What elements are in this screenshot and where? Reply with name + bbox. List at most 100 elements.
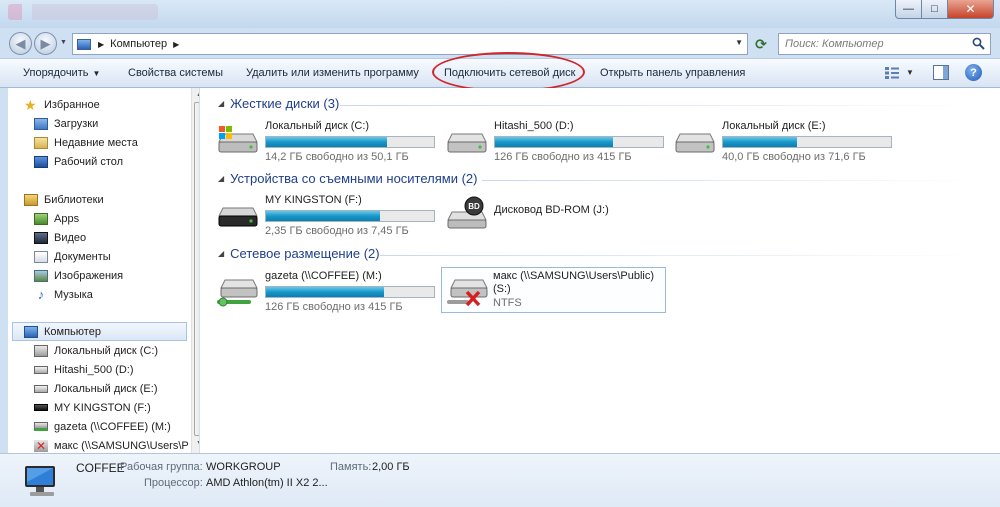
breadcrumb-computer[interactable]: Компьютер [110, 38, 167, 50]
group-title: Жесткие диски (3) [230, 96, 340, 111]
preview-pane-icon[interactable] [933, 65, 949, 80]
sidebar-item-label: gazeta (\\COFFEE) (M:) [54, 420, 171, 433]
sidebar-item-drive-e[interactable]: Локальный диск (E:) [34, 379, 158, 398]
address-dropdown-icon[interactable]: ▼ [735, 38, 743, 47]
search-icon[interactable] [972, 37, 985, 50]
drive-free-space: 40,0 ГБ свободно из 71,6 ГБ [722, 151, 866, 163]
disconnected-network-drive-icon: ✕ [34, 438, 48, 453]
group-divider [380, 255, 980, 256]
video-library-icon [34, 231, 48, 244]
sidebar-item-music[interactable]: ♪ Музыка [34, 285, 93, 304]
network-drive-icon [34, 422, 48, 431]
forward-button[interactable]: ▶ [34, 32, 57, 55]
sidebar-item-documents[interactable]: Документы [34, 247, 111, 266]
maximize-button[interactable]: □ [922, 0, 948, 19]
view-options-dropdown-icon[interactable]: ▼ [906, 68, 914, 77]
sidebar-item-label: макс (\\SAMSUNG\Users\P [54, 439, 189, 452]
sidebar-item-desktop[interactable]: Рабочий стол [34, 152, 123, 171]
group-header-hard-drives[interactable]: ◢ Жесткие диски (3) [218, 96, 339, 111]
drive-usage-fill [723, 137, 797, 147]
sidebar-item-label: Загрузки [54, 117, 99, 130]
sidebar-item-apps[interactable]: Apps [34, 209, 79, 228]
help-icon[interactable]: ? [965, 64, 982, 81]
drive-usage-fill [266, 211, 381, 221]
sidebar-item-label: Рабочий стол [54, 155, 124, 168]
breadcrumb-chevron-icon[interactable]: ▶ [173, 40, 179, 49]
windows-drive-icon [34, 344, 48, 357]
processor-label: Процессор: [144, 477, 203, 489]
navigation-pane: ★ Избранное Загрузки Недавние места Рабо… [8, 88, 200, 453]
open-control-panel-button[interactable]: Открыть панель управления [600, 67, 745, 79]
breadcrumb-separator-icon[interactable]: ▶ [98, 40, 104, 49]
drive-usage-fill [495, 137, 613, 147]
recent-pages-dropdown[interactable]: ▼ [60, 39, 67, 46]
refresh-icon[interactable]: ⟳ [751, 33, 771, 55]
computer-icon [77, 38, 91, 50]
drive-name: макс (\\SAMSUNG\Users\Public) [493, 270, 655, 282]
workgroup-value: WORKGROUP [206, 461, 281, 473]
drive-name: Дисковод BD-ROM (J:) [494, 204, 609, 216]
hard-drive-icon [447, 133, 487, 153]
search-placeholder: Поиск: Компьютер [785, 38, 884, 50]
disconnected-network-drive-icon [447, 279, 488, 307]
sidebar-item-label: Hitashi_500 (D:) [54, 363, 134, 376]
drive-item-j[interactable]: BD Дисковод BD-ROM (J:) [444, 192, 669, 238]
drive-name: Hitashi_500 (D:) [494, 120, 574, 132]
collapse-triangle-icon[interactable]: ◢ [218, 249, 224, 258]
drive-usage-bar [494, 136, 664, 148]
sidebar-item-downloads[interactable]: Загрузки [34, 114, 98, 133]
desktop-icon [34, 155, 48, 168]
sidebar-item-drive-s[interactable]: ✕ макс (\\SAMSUNG\Users\P [34, 436, 189, 453]
sidebar-item-label: Документы [54, 250, 111, 263]
sidebar-item-libraries[interactable]: Библиотеки [24, 190, 104, 209]
sidebar-item-drive-f[interactable]: MY KINGSTON (F:) [34, 398, 151, 417]
sidebar-item-recent-places[interactable]: Недавние места [34, 133, 138, 152]
sidebar-item-computer[interactable]: Компьютер [12, 322, 187, 341]
group-header-removable[interactable]: ◢ Устройства со съемными носителями (2) [218, 171, 478, 186]
change-view-icon[interactable] [884, 66, 900, 80]
organize-label: Упорядочить [23, 67, 89, 79]
bd-rom-drive-icon: BD [447, 196, 487, 229]
libraries-icon [24, 193, 38, 206]
drive-item-c[interactable]: Локальный диск (C:) 14,2 ГБ свободно из … [215, 118, 440, 164]
sidebar-item-drive-d[interactable]: Hitashi_500 (D:) [34, 360, 133, 379]
memory-value: 2,00 ГБ [372, 461, 410, 473]
sidebar-item-label: Музыка [54, 288, 93, 301]
drive-item-d[interactable]: Hitashi_500 (D:) 126 ГБ свободно из 415 … [444, 118, 669, 164]
sidebar-item-drive-m[interactable]: gazeta (\\COFFEE) (M:) [34, 417, 171, 436]
sidebar-item-favorites[interactable]: ★ Избранное [24, 95, 100, 114]
sidebar-item-video[interactable]: Видео [34, 228, 86, 247]
network-drive-icon [217, 279, 258, 307]
close-button[interactable]: ✕ [948, 0, 994, 19]
usb-drive-icon [34, 404, 48, 411]
collapse-triangle-icon[interactable]: ◢ [218, 99, 224, 108]
processor-value: AMD Athlon(tm) II X2 2... [206, 477, 328, 489]
blurred-logo [8, 4, 158, 20]
drive-usage-bar [722, 136, 892, 148]
organize-button[interactable]: Упорядочить ▼ [23, 67, 100, 79]
drive-item-m[interactable]: gazeta (\\COFFEE) (M:) 126 ГБ свободно и… [215, 268, 440, 314]
sidebar-item-pictures[interactable]: Изображения [34, 266, 123, 285]
drive-item-e[interactable]: Локальный диск (E:) 40,0 ГБ свободно из … [672, 118, 897, 164]
windows-drive-icon [218, 126, 258, 153]
minimize-button[interactable]: — [895, 0, 922, 19]
group-divider [340, 105, 980, 106]
drive-item-f[interactable]: MY KINGSTON (F:) 2,35 ГБ свободно из 7,4… [215, 192, 440, 238]
sidebar-scrollbar[interactable]: ▲ ▼ [191, 88, 199, 453]
collapse-triangle-icon[interactable]: ◢ [218, 174, 224, 183]
drive-usage-bar [265, 286, 435, 298]
hard-drive-icon [34, 365, 48, 374]
sidebar-item-drive-c[interactable]: Локальный диск (C:) [34, 341, 158, 360]
drive-name: Локальный диск (C:) [265, 120, 370, 132]
system-properties-button[interactable]: Свойства системы [128, 67, 223, 79]
workgroup-label: Рабочая группа: [120, 461, 203, 473]
address-bar[interactable]: ▶ Компьютер ▶ ▼ [72, 33, 748, 55]
back-button[interactable]: ◀ [9, 32, 32, 55]
highlight-ring [432, 52, 585, 92]
drive-usage-bar [265, 136, 435, 148]
drive-item-s[interactable]: макс (\\SAMSUNG\Users\Public) (S:) NTFS [441, 267, 666, 313]
search-input[interactable]: Поиск: Компьютер [778, 33, 991, 55]
group-header-network[interactable]: ◢ Сетевое размещение (2) [218, 246, 380, 261]
uninstall-program-button[interactable]: Удалить или изменить программу [246, 67, 419, 79]
sidebar-item-label: Компьютер [44, 325, 101, 338]
